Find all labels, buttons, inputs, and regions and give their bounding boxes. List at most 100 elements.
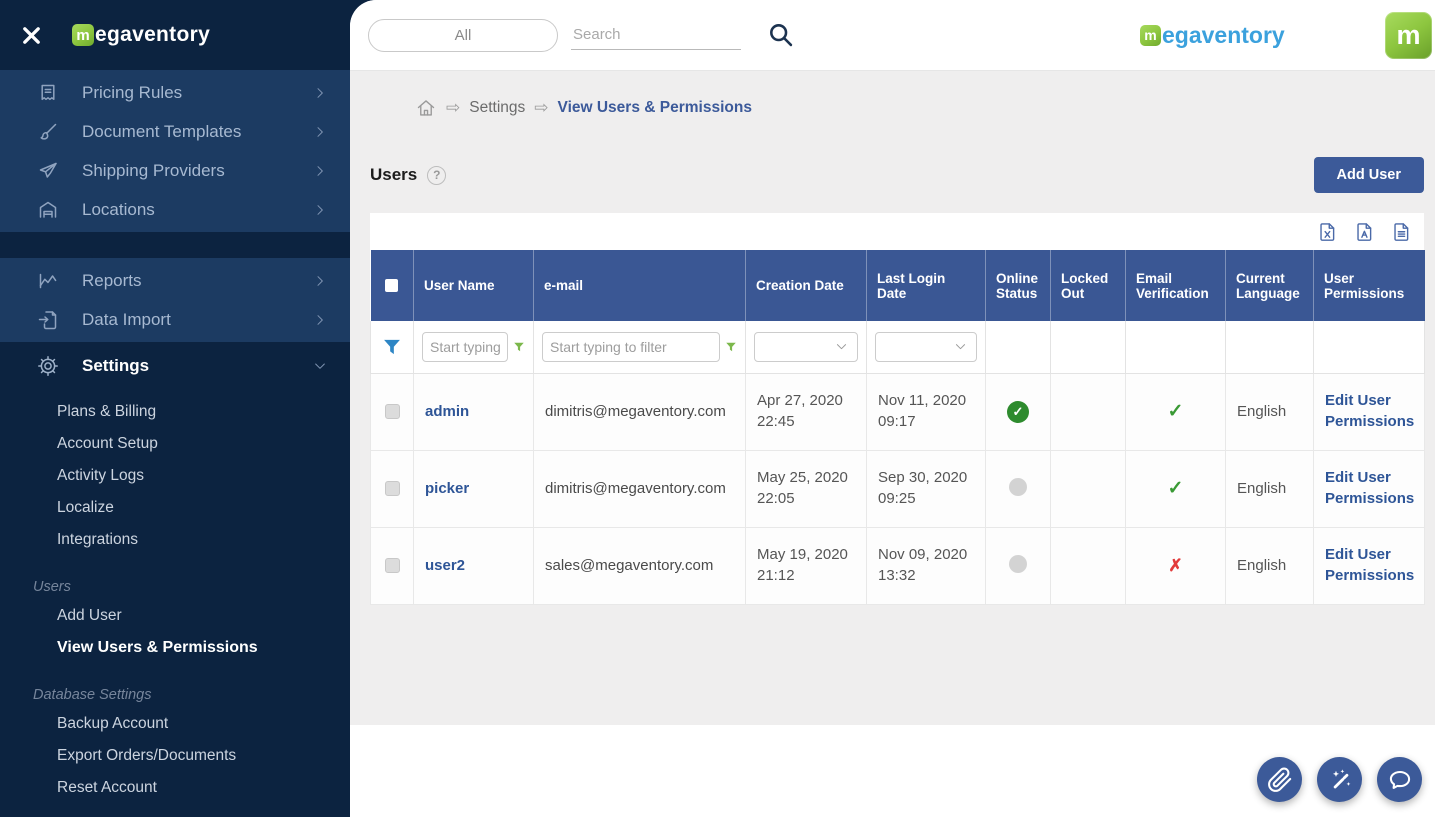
search-icon[interactable] [767,21,795,49]
date-value: Sep 30, 2020 [878,468,974,488]
sidebar-item-localize[interactable]: Localize [0,492,350,524]
help-icon[interactable]: ? [427,166,446,185]
row-checkbox[interactable] [385,481,400,496]
row-checkbox[interactable] [385,404,400,419]
breadcrumb-settings[interactable]: Settings [469,99,525,117]
sidebar-item-activity-logs[interactable]: Activity Logs [0,460,350,492]
column-header-current-language: Current Language [1226,250,1314,321]
sidebar-item-account-setup[interactable]: Account Setup [0,428,350,460]
user-name-link[interactable]: user2 [425,557,465,574]
brand-cube-icon: m [1140,25,1161,46]
edit-permissions-link[interactable]: Edit User Permissions [1325,468,1414,509]
sidebar-item-reset-account[interactable]: Reset Account [0,772,350,804]
online-status-icon: ✓ [1007,401,1029,423]
date-cell: Nov 09, 202013:32 [867,527,986,604]
section-label-users: Users [0,574,350,600]
email-value: dimitris@megaventory.com [545,403,726,420]
breadcrumb-arrow-icon: ⇨ [446,98,460,118]
sidebar-item-locations[interactable]: Locations [0,190,350,229]
chevron-right-icon [312,85,328,101]
date-cell: Sep 30, 202009:25 [867,450,986,527]
filter-funnel-icon[interactable] [382,337,402,357]
home-icon[interactable] [415,97,437,119]
time-value: 22:05 [757,489,855,509]
date-value: May 25, 2020 [757,468,855,488]
title-row: Users ? Add User [370,157,1424,193]
sidebar-brand-logo: m egaventory [72,23,210,47]
date-value: Nov 09, 2020 [878,545,974,565]
sidebar-item-add-user[interactable]: Add User [0,600,350,632]
brand-text: egaventory [95,23,210,47]
last-login-filter-select[interactable] [875,332,977,362]
date-cell: May 19, 202021:12 [746,527,867,604]
export-pdf-icon[interactable] [1354,220,1375,244]
export-excel-icon[interactable] [1317,220,1338,244]
table-row: pickerdimitris@megaventory.comMay 25, 20… [371,450,1425,527]
locked-out-cell [1051,527,1126,604]
search-input[interactable] [571,20,741,50]
user-name-filter-input[interactable] [422,332,508,362]
sidebar-item-label: Data Import [82,310,312,330]
funnel-mini-icon[interactable] [513,341,525,353]
sidebar-item-reports[interactable]: Reports [0,261,350,300]
edit-permissions-link[interactable]: Edit User Permissions [1325,391,1414,432]
sidebar-item-shipping-providers[interactable]: Shipping Providers [0,151,350,190]
user-name-link[interactable]: admin [425,403,469,420]
offline-status-icon [1009,478,1027,496]
sidebar-item-view-users-permissions[interactable]: View Users & Permissions [0,632,350,664]
edit-permissions-link[interactable]: Edit User Permissions [1325,545,1414,586]
search-scope-dropdown[interactable]: All [368,19,558,52]
sidebar-item-export-orders-documents[interactable]: Export Orders/Documents [0,740,350,772]
attachment-button[interactable] [1257,757,1302,802]
users-table-panel: User Namee-mailCreation DateLast Login D… [370,213,1424,605]
chat-icon [1387,767,1413,793]
sidebar-item-settings[interactable]: Settings [0,344,350,388]
brand-text: egaventory [1162,22,1285,49]
gear-icon [36,354,60,378]
row-checkbox[interactable] [385,558,400,573]
time-value: 21:12 [757,566,855,586]
sidebar-item-label: Pricing Rules [82,83,312,103]
sidebar-item-document-templates[interactable]: Document Templates [0,112,350,151]
pricing-rules-icon [36,81,60,105]
sidebar: m egaventory Pricing Rules Document Templ… [0,0,350,817]
user-name-link[interactable]: picker [425,480,469,497]
time-value: 13:32 [878,566,974,586]
funnel-mini-icon[interactable] [725,341,737,353]
magic-wand-icon [1327,767,1353,793]
close-icon[interactable] [14,18,48,52]
chat-button[interactable] [1377,757,1422,802]
topbar-brand-logo: m egaventory [1140,0,1285,70]
account-avatar[interactable]: m [1385,12,1432,59]
sidebar-item-backup-account[interactable]: Backup Account [0,708,350,740]
sidebar-item-label: Document Templates [82,122,312,142]
chevron-right-icon [312,273,328,289]
settings-subitems: Plans & BillingAccount SetupActivity Log… [0,396,350,556]
chevron-down-icon [312,358,328,374]
column-header-locked-out: Locked Out [1051,250,1126,321]
add-user-button[interactable]: Add User [1314,157,1424,193]
sidebar-item-label: Shipping Providers [82,161,312,181]
sidebar-item-data-import[interactable]: Data Import [0,300,350,339]
brand-cube-icon: m [72,24,94,46]
users-table: User Namee-mailCreation DateLast Login D… [370,250,1425,605]
document-templates-icon [36,120,60,144]
export-text-icon[interactable] [1391,220,1412,244]
creation-date-filter-select[interactable] [754,332,858,362]
sidebar-item-plans-billing[interactable]: Plans & Billing [0,396,350,428]
offline-status-icon [1009,555,1027,573]
section-label-database-settings: Database Settings [0,682,350,708]
reports-icon [36,269,60,293]
table-header-row: User Namee-mailCreation DateLast Login D… [371,250,1425,321]
not-verified-x-icon: ✗ [1168,556,1182,575]
magic-wand-button[interactable] [1317,757,1362,802]
email-filter-input[interactable] [542,332,720,362]
column-header-email-verification: Email Verification [1126,250,1226,321]
sidebar-item-pricing-rules[interactable]: Pricing Rules [0,73,350,112]
breadcrumb-view-users[interactable]: View Users & Permissions [558,99,752,117]
select-all-checkbox[interactable] [385,279,398,292]
sidebar-item-integrations[interactable]: Integrations [0,524,350,556]
topbar: All m egaventory m [350,0,1435,70]
chevron-down-icon [834,339,849,354]
main-area: All m egaventory m ⇨ Settings ⇨ View Use… [350,0,1435,817]
